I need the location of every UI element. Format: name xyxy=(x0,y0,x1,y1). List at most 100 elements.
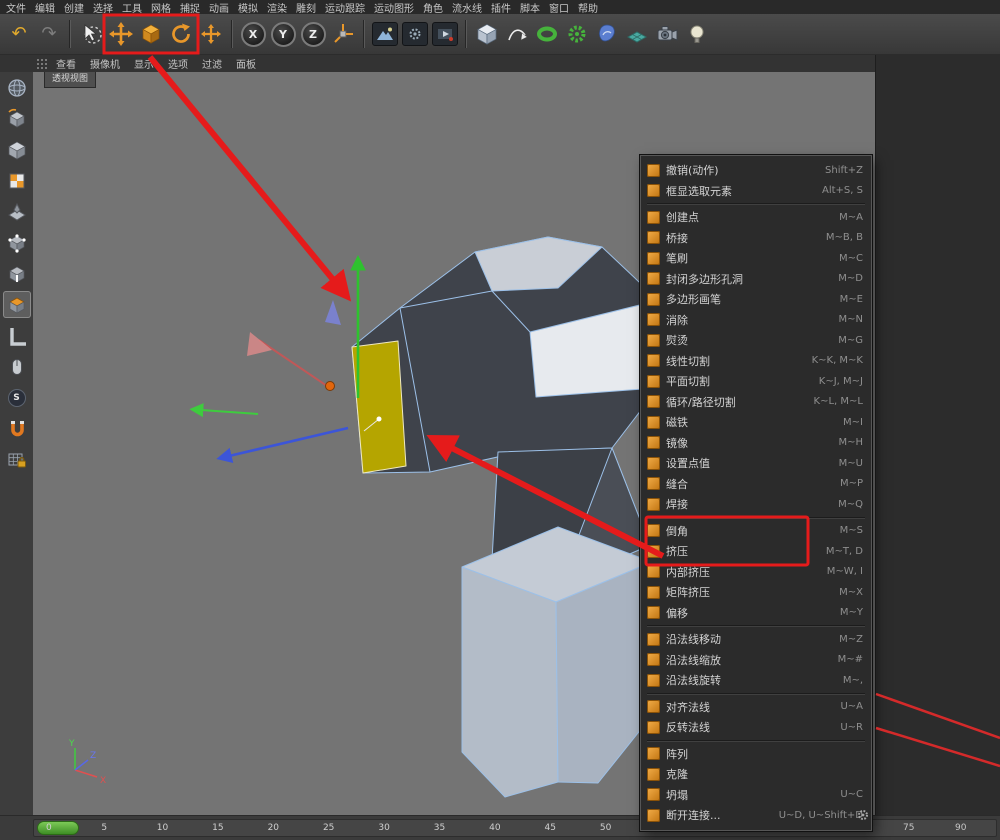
context-menu-item[interactable]: 缝合 M~P xyxy=(641,474,871,495)
texture-mode-button[interactable] xyxy=(3,167,31,194)
workplane-mode-button[interactable] xyxy=(3,198,31,225)
polygon-model[interactable] xyxy=(352,237,658,797)
context-menu-item[interactable]: 封闭多边形孔洞 M~D xyxy=(641,269,871,290)
viewport-menu-item[interactable]: 摄像机 xyxy=(90,56,120,71)
command-options-gear-icon[interactable] xyxy=(856,808,870,822)
menubar-item[interactable]: 网格 xyxy=(151,0,171,15)
workplane-button[interactable] xyxy=(3,322,31,349)
context-menu-item[interactable]: 镜像 M~H xyxy=(641,433,871,454)
viewport-menu-item[interactable]: 查看 xyxy=(56,56,76,71)
menubar-item[interactable]: 运动跟踪 xyxy=(325,0,365,15)
render-settings-button[interactable] xyxy=(400,17,430,51)
add-deformer-button[interactable] xyxy=(562,17,592,51)
menubar-item[interactable]: 创建 xyxy=(64,0,84,15)
add-camera-button[interactable] xyxy=(652,17,682,51)
live-selection-button[interactable] xyxy=(76,17,106,51)
context-menu-item[interactable]: 笔刷 M~C xyxy=(641,248,871,269)
lock-workplane-button[interactable] xyxy=(3,446,31,473)
add-generator-button[interactable] xyxy=(532,17,562,51)
viewport-menu-item[interactable]: 选项 xyxy=(168,56,188,71)
menubar-item[interactable]: 帮助 xyxy=(578,0,598,15)
context-menu-item[interactable]: 坍塌 U~C xyxy=(641,785,871,806)
menubar-item[interactable]: 动画 xyxy=(209,0,229,15)
context-menu-item[interactable]: 平面切割 K~J, M~J xyxy=(641,371,871,392)
context-menu-item[interactable]: 消除 M~N xyxy=(641,310,871,331)
lock-x-axis-button[interactable]: X xyxy=(238,17,268,51)
last-used-tool-button[interactable] xyxy=(196,17,226,51)
gizmo-x-axis[interactable] xyxy=(259,340,330,388)
menubar-item[interactable]: 运动图形 xyxy=(374,0,414,15)
scale-tool-button[interactable] xyxy=(136,17,166,51)
render-queue-button[interactable] xyxy=(430,17,460,51)
menubar-item[interactable]: 流水线 xyxy=(452,0,482,15)
make-editable-button[interactable] xyxy=(3,105,31,132)
add-floor-button[interactable] xyxy=(622,17,652,51)
pen-spline-button[interactable] xyxy=(502,17,532,51)
menubar-item[interactable]: 脚本 xyxy=(520,0,540,15)
context-menu-item[interactable]: 断开连接... U~D, U~Shift+D xyxy=(641,805,871,826)
context-menu-item[interactable]: 磁铁 M~I xyxy=(641,412,871,433)
context-menu-item[interactable]: 创建点 M~A xyxy=(641,207,871,228)
context-menu-item[interactable]: 挤压 M~T, D xyxy=(641,541,871,562)
menubar-item[interactable]: 文件 xyxy=(6,0,26,15)
context-menu-item[interactable]: 桥接 M~B, B xyxy=(641,228,871,249)
context-menu-item[interactable]: 多边形画笔 M~E xyxy=(641,289,871,310)
viewport-tab[interactable]: 透视视图 xyxy=(44,72,96,88)
context-menu-item[interactable]: 阵列 xyxy=(641,744,871,765)
context-menu-item[interactable]: 沿法线缩放 M~# xyxy=(641,650,871,671)
snap-toggle-button[interactable]: S xyxy=(3,384,31,411)
menubar-item[interactable]: 窗口 xyxy=(549,0,569,15)
viewport-solo-button[interactable] xyxy=(3,353,31,380)
box-front-face[interactable] xyxy=(462,567,558,797)
context-menu-item[interactable]: 撤销(动作) Shift+Z xyxy=(641,160,871,181)
context-menu-item[interactable]: 矩阵挤压 M~X xyxy=(641,582,871,603)
menubar-item[interactable]: 选择 xyxy=(93,0,113,15)
viewport-menu-item[interactable]: 过滤 xyxy=(202,56,222,71)
context-menu-item[interactable]: 沿法线旋转 M~, xyxy=(641,670,871,691)
menubar-item[interactable]: 编辑 xyxy=(35,0,55,15)
gizmo-origin-dot[interactable] xyxy=(326,382,335,391)
menubar-item[interactable]: 角色 xyxy=(423,0,443,15)
menubar-item[interactable]: 插件 xyxy=(491,0,511,15)
menubar-item[interactable]: 工具 xyxy=(122,0,142,15)
points-mode-button[interactable] xyxy=(3,229,31,256)
add-cube-button[interactable] xyxy=(472,17,502,51)
context-menu-item[interactable]: 对齐法线 U~A xyxy=(641,697,871,718)
context-menu-item[interactable]: 熨烫 M~G xyxy=(641,330,871,351)
redo-button[interactable]: ↷ xyxy=(34,17,64,51)
undo-button[interactable]: ↶ xyxy=(4,17,34,51)
gizmo-blue-flag[interactable] xyxy=(325,300,341,325)
menubar-item[interactable]: 雕刻 xyxy=(296,0,316,15)
viewport-menu-item[interactable]: 面板 xyxy=(236,56,256,71)
model-mode-button[interactable] xyxy=(3,136,31,163)
menubar-item[interactable]: 模拟 xyxy=(238,0,258,15)
magnet-button[interactable] xyxy=(3,415,31,442)
context-menu-item[interactable]: 偏移 M~Y xyxy=(641,603,871,624)
render-view-button[interactable] xyxy=(370,17,400,51)
context-menu-item[interactable]: 设置点值 M~U xyxy=(641,453,871,474)
lock-z-axis-button[interactable]: Z xyxy=(298,17,328,51)
context-menu-item[interactable]: 线性切割 K~K, M~K xyxy=(641,351,871,372)
context-menu-item[interactable]: 内部挤压 M~W, I xyxy=(641,562,871,583)
context-menu-item[interactable]: 循环/路径切割 K~L, M~L xyxy=(641,392,871,413)
gizmo-z-axis[interactable] xyxy=(229,428,348,456)
context-menu-item[interactable]: 倒角 M~S xyxy=(641,521,871,542)
view-globe-button[interactable] xyxy=(3,74,31,101)
move-tool-button[interactable] xyxy=(106,17,136,51)
polygons-mode-button[interactable] xyxy=(3,291,31,318)
add-light-button[interactable] xyxy=(682,17,712,51)
selected-polygon-face[interactable] xyxy=(352,341,406,473)
rotate-tool-button[interactable] xyxy=(166,17,196,51)
context-menu-item[interactable]: 克隆 xyxy=(641,764,871,785)
coordinate-system-button[interactable] xyxy=(328,17,358,51)
context-menu-item[interactable]: 焊接 M~Q xyxy=(641,494,871,515)
panel-drag-handle-icon[interactable] xyxy=(36,58,48,70)
context-menu-item[interactable]: 沿法线移动 M~Z xyxy=(641,629,871,650)
lock-y-axis-button[interactable]: Y xyxy=(268,17,298,51)
viewport-menu-item[interactable]: 显示 xyxy=(134,56,154,71)
gizmo-red-flag[interactable] xyxy=(247,332,272,356)
add-spline-object-button[interactable] xyxy=(592,17,622,51)
edges-mode-button[interactable] xyxy=(3,260,31,287)
context-menu-item[interactable]: 框显选取元素 Alt+S, S xyxy=(641,181,871,202)
gizmo-plane-arrow[interactable] xyxy=(201,410,258,414)
